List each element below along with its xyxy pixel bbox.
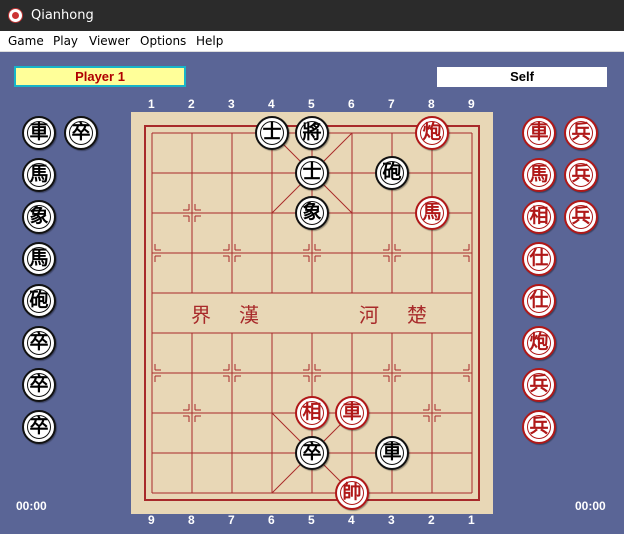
player-1-panel: Player 1 — [14, 66, 186, 87]
river-text-4: 楚 — [407, 303, 427, 327]
top-file-label: 4 — [268, 97, 275, 111]
bottom-file-label: 3 — [388, 513, 395, 527]
menu-bar: Game Play Viewer Options Help — [0, 31, 624, 52]
black-piece[interactable]: 將 — [295, 116, 329, 150]
top-file-label: 7 — [388, 97, 395, 111]
self-panel: Self — [437, 67, 607, 87]
app-logo-icon — [8, 8, 23, 23]
window-title: Qianhong — [31, 8, 94, 23]
xiangqi-board[interactable]: 界 漢 河 楚 士將炮士砲象馬車相車卒帥 — [131, 112, 493, 514]
black-piece[interactable]: 車 — [375, 436, 409, 470]
right-timer: 00:00 — [575, 499, 606, 513]
red-piece[interactable]: 仕 — [522, 242, 556, 276]
black-piece[interactable]: 卒 — [22, 326, 56, 360]
red-piece[interactable]: 兵 — [564, 116, 598, 150]
black-piece[interactable]: 象 — [295, 196, 329, 230]
black-piece[interactable]: 士 — [255, 116, 289, 150]
bottom-file-label: 4 — [348, 513, 355, 527]
red-piece[interactable]: 炮 — [522, 326, 556, 360]
black-piece[interactable]: 卒 — [64, 116, 98, 150]
red-piece[interactable]: 兵 — [522, 410, 556, 444]
river-text-3: 河 — [359, 303, 379, 327]
top-file-label: 2 — [188, 97, 195, 111]
top-file-label: 8 — [428, 97, 435, 111]
bottom-file-label: 6 — [268, 513, 275, 527]
black-piece[interactable]: 車 — [22, 116, 56, 150]
title-bar: Qianhong — [0, 0, 624, 31]
red-piece[interactable]: 車 — [522, 116, 556, 150]
red-piece[interactable]: 馬 — [415, 196, 449, 230]
red-piece[interactable]: 帥 — [335, 476, 369, 510]
bottom-file-label: 1 — [468, 513, 475, 527]
black-piece[interactable]: 象 — [22, 200, 56, 234]
red-piece[interactable]: 相 — [522, 200, 556, 234]
black-piece[interactable]: 馬 — [22, 242, 56, 276]
bottom-file-label: 7 — [228, 513, 235, 527]
menu-options[interactable]: Options — [140, 34, 186, 48]
red-piece[interactable]: 相 — [295, 396, 329, 430]
top-file-label: 3 — [228, 97, 235, 111]
menu-help[interactable]: Help — [196, 34, 223, 48]
black-piece[interactable]: 砲 — [375, 156, 409, 190]
black-piece[interactable]: 馬 — [22, 158, 56, 192]
red-piece[interactable]: 車 — [335, 396, 369, 430]
black-piece[interactable]: 砲 — [22, 284, 56, 318]
left-timer: 00:00 — [16, 499, 47, 513]
river-text-2: 漢 — [239, 303, 259, 327]
bottom-file-label: 8 — [188, 513, 195, 527]
red-piece[interactable]: 兵 — [564, 200, 598, 234]
bottom-file-label: 9 — [148, 513, 155, 527]
red-piece[interactable]: 兵 — [564, 158, 598, 192]
top-file-label: 1 — [148, 97, 155, 111]
red-piece[interactable]: 仕 — [522, 284, 556, 318]
black-piece[interactable]: 卒 — [22, 368, 56, 402]
river-text-1: 界 — [191, 303, 211, 327]
bottom-file-label: 2 — [428, 513, 435, 527]
black-piece[interactable]: 士 — [295, 156, 329, 190]
black-piece[interactable]: 卒 — [295, 436, 329, 470]
menu-viewer[interactable]: Viewer — [89, 34, 130, 48]
red-piece[interactable]: 馬 — [522, 158, 556, 192]
top-file-label: 5 — [308, 97, 315, 111]
red-piece[interactable]: 兵 — [522, 368, 556, 402]
bottom-file-label: 5 — [308, 513, 315, 527]
menu-play[interactable]: Play — [53, 34, 78, 48]
black-piece[interactable]: 卒 — [22, 410, 56, 444]
red-piece[interactable]: 炮 — [415, 116, 449, 150]
top-file-label: 6 — [348, 97, 355, 111]
top-file-label: 9 — [468, 97, 475, 111]
menu-game[interactable]: Game — [8, 34, 44, 48]
